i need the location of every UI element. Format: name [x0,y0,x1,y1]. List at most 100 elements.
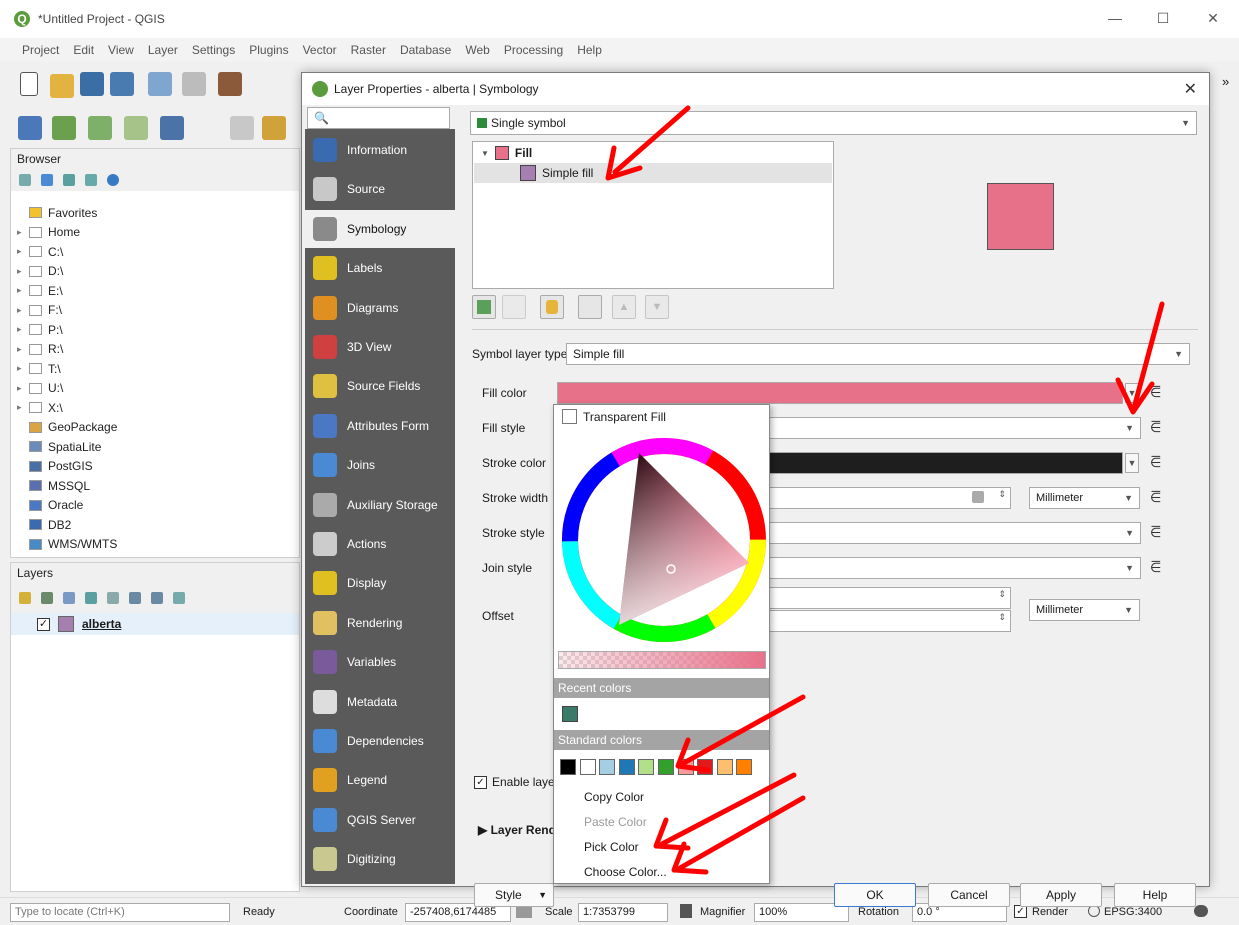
browser-item[interactable]: ▸ D:\ [11,262,299,282]
open-project-icon[interactable] [50,74,74,98]
properties-icon[interactable] [107,174,119,186]
expand-arrow-icon[interactable]: ▸ [17,324,29,335]
style-button[interactable]: Style ▼ [474,883,554,907]
pencil-icon[interactable] [230,116,254,140]
browser-item[interactable]: ▸ U:\ [11,379,299,399]
move-down-button[interactable]: ▼ [645,295,669,319]
menu-raster[interactable]: Raster [351,43,386,57]
add-vector-layer-icon[interactable] [52,116,76,140]
renderer-type-dropdown[interactable]: Single symbol ▼ [470,111,1197,135]
save-project-icon[interactable] [80,72,104,96]
standard-color-swatch[interactable] [736,759,753,775]
transparent-fill-option[interactable]: Transparent Fill [562,409,666,424]
tree-item-simple-fill[interactable]: Simple fill [474,163,832,183]
collapse-all-icon[interactable] [85,174,97,186]
browser-item[interactable]: WMS/WMTS [11,535,299,555]
expand-arrow-icon[interactable]: ▸ [17,285,29,296]
transparent-checkbox[interactable] [562,409,577,424]
sidebar-item-digitizing[interactable]: Digitizing [305,840,455,878]
recent-color-swatch[interactable] [562,706,578,722]
standard-color-swatch[interactable] [618,759,635,775]
visibility-icon[interactable] [63,592,75,604]
menu-database[interactable]: Database [400,43,451,57]
data-defined-override-icon[interactable]: ⋶ [1150,385,1168,401]
clear-icon[interactable] [972,491,984,503]
style-panel-icon[interactable] [19,592,31,604]
stroke-color-dropdown-button[interactable]: ▼ [1125,453,1139,473]
standard-color-swatch[interactable] [697,759,714,775]
digitize-icon[interactable] [124,116,148,140]
toolbar-overflow-icon[interactable]: » [1222,74,1229,89]
standard-color-swatch[interactable] [677,759,694,775]
data-defined-override-icon[interactable]: ⋶ [1150,420,1168,436]
paste-color-menu-item[interactable]: Paste Color [584,815,647,829]
sidebar-item-3d-view[interactable]: 3D View [305,328,455,366]
expand-arrow-icon[interactable]: ▸ [17,344,29,355]
duplicate-layer-button[interactable] [578,295,602,319]
sidebar-item-source[interactable]: Source [305,170,455,208]
expand-arrow-icon[interactable]: ▸ [17,402,29,413]
standard-color-swatch[interactable] [579,759,596,775]
menu-project[interactable]: Project [22,43,59,57]
menu-layer[interactable]: Layer [148,43,178,57]
data-defined-override-icon[interactable]: ⋶ [1150,525,1168,541]
browser-item[interactable]: MSSQL [11,476,299,496]
enable-layer-checkbox[interactable]: ✓ Enable layer [474,775,559,789]
browser-item[interactable]: ▸ R:\ [11,340,299,360]
menu-processing[interactable]: Processing [504,43,563,57]
fill-color-dropdown-button[interactable]: ▼ [1125,383,1139,403]
expression-filter-icon[interactable] [107,592,119,604]
browser-item[interactable]: ▸ F:\ [11,301,299,321]
refresh-icon[interactable] [41,174,53,186]
sidebar-item-attributes-form[interactable]: Attributes Form [305,407,455,445]
minimize-button[interactable]: — [1100,10,1130,30]
copy-color-menu-item[interactable]: Copy Color [584,790,644,804]
stroke-width-unit-dropdown[interactable]: Millimeter ▼ [1029,487,1140,509]
toggle-editing-icon[interactable] [160,116,184,140]
choose-color-menu-item[interactable]: Choose Color... [584,865,667,879]
menu-help[interactable]: Help [577,43,602,57]
data-defined-override-icon[interactable]: ⋶ [1150,560,1168,576]
save-as-icon[interactable] [110,72,134,96]
fill-color-button[interactable] [557,382,1123,404]
new-print-layout-icon[interactable] [148,72,172,96]
layer-symbol-swatch[interactable] [58,616,74,632]
expand-arrow-icon[interactable]: ▸ [17,246,29,257]
sidebar-search-input[interactable]: 🔍 [307,107,450,129]
sidebar-item-diagrams[interactable]: Diagrams [305,289,455,327]
style-manager-icon[interactable] [218,72,242,96]
expand-arrow-icon[interactable]: ▸ [17,363,29,374]
sidebar-item-legend[interactable]: Legend [305,761,455,799]
expand-arrow-icon[interactable]: ▸ [17,383,29,394]
browser-item[interactable]: ▸ P:\ [11,320,299,340]
standard-color-swatch[interactable] [638,759,655,775]
offset-unit-dropdown[interactable]: Millimeter ▼ [1029,599,1140,621]
collapse-all-layers-icon[interactable] [151,592,163,604]
add-group-icon[interactable] [41,592,53,604]
standard-color-swatch[interactable] [658,759,674,775]
sidebar-item-dependencies[interactable]: Dependencies [305,722,455,760]
crs-button[interactable]: EPSG:3400 [1104,906,1162,918]
show-layout-manager-icon[interactable] [182,72,206,96]
menu-edit[interactable]: Edit [73,43,94,57]
add-symbol-layer-button[interactable] [472,295,496,319]
sidebar-item-actions[interactable]: Actions [305,525,455,563]
close-button[interactable]: ✕ [1198,10,1228,30]
browser-item[interactable]: Oracle [11,496,299,516]
sidebar-item-display[interactable]: Display [305,564,455,602]
menu-vector[interactable]: Vector [303,43,337,57]
dialog-close-button[interactable]: ✕ [1184,79,1197,99]
sidebar-item-information[interactable]: Information [305,131,455,169]
messages-icon[interactable] [1194,905,1208,917]
browser-item[interactable]: ▸ T:\ [11,359,299,379]
browser-item[interactable]: ▸ X:\ [11,398,299,418]
menu-settings[interactable]: Settings [192,43,235,57]
layer-visibility-checkbox[interactable]: ✓ [37,617,50,631]
browser-item[interactable]: ▸ C:\ [11,242,299,262]
data-source-manager-icon[interactable] [18,116,42,140]
expand-arrow-icon[interactable]: ▸ [17,227,29,238]
browser-item[interactable]: DB2 [11,515,299,535]
add-selected-layers-icon[interactable] [19,174,31,186]
menu-view[interactable]: View [108,43,134,57]
data-defined-override-icon[interactable]: ⋶ [1150,490,1168,506]
